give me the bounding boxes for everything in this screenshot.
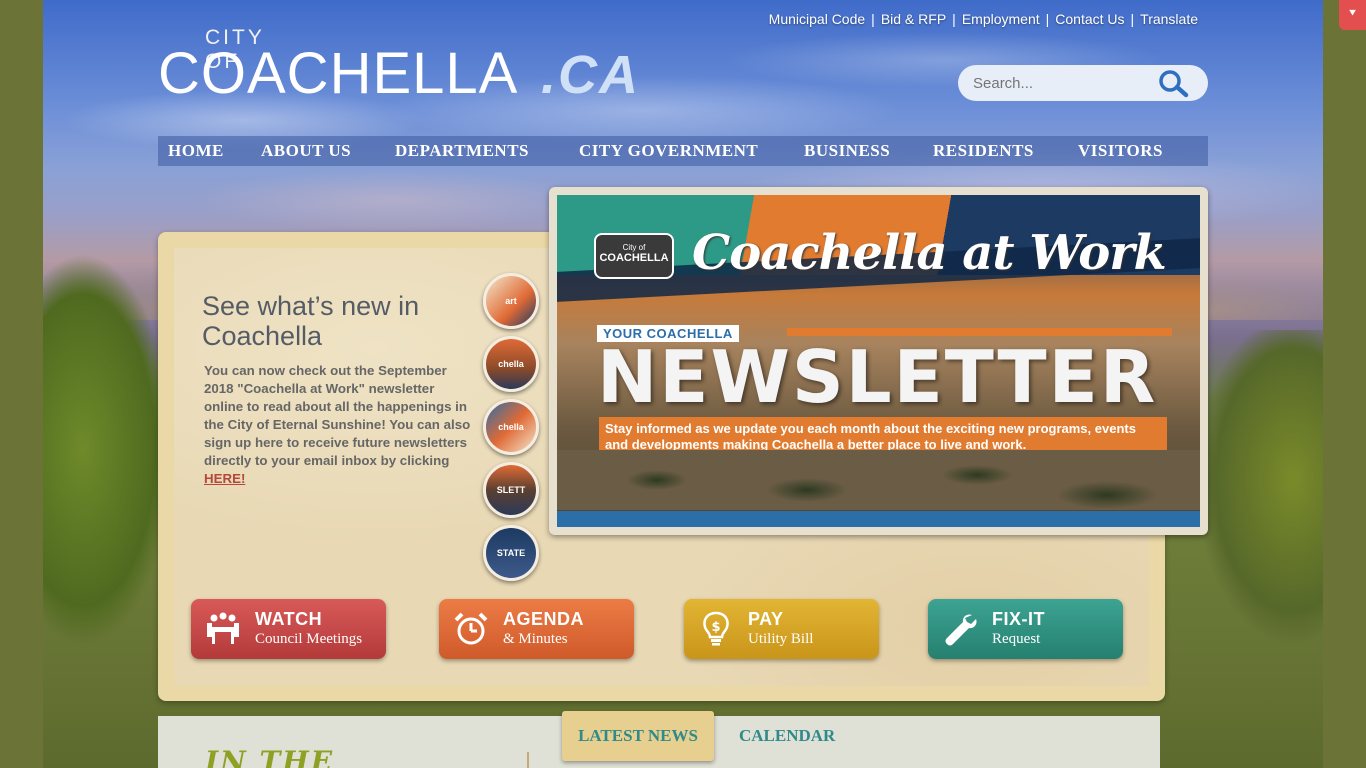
svg-text:$: $ [711, 620, 720, 635]
lightbulb-dollar-icon: $ [703, 611, 729, 646]
main-nav: HOME ABOUT US DEPARTMENTS CITY GOVERNMEN… [158, 136, 1208, 166]
nav-residents[interactable]: RESIDENTS [933, 141, 1034, 161]
link-municipal-code[interactable]: Municipal Code [769, 11, 866, 27]
agenda-minutes-button[interactable]: AGENDA & Minutes [439, 599, 634, 659]
slide-thumbnail-3[interactable]: chella [483, 399, 539, 455]
page-background: Municipal Code | Bid & RFP | Employment | C… [43, 0, 1323, 768]
city-aerial [557, 450, 1200, 510]
slide-thumbnail-1[interactable]: art [483, 273, 539, 329]
slide-thumbnail-5[interactable]: STATE CITY [483, 525, 539, 581]
logo-suffix: .CA [541, 45, 640, 105]
link-contact-us[interactable]: Contact Us [1055, 11, 1124, 27]
search-box [958, 65, 1208, 101]
nav-visitors[interactable]: VISITORS [1078, 141, 1163, 161]
logo-name: COACHELLA [158, 41, 519, 106]
nav-business[interactable]: BUSINESS [804, 141, 890, 161]
alarm-clock-icon [454, 612, 488, 645]
thumbnail-label: art [505, 296, 517, 306]
feature-body: You can now check out the September 2018… [204, 362, 472, 488]
search-icon[interactable] [1156, 68, 1190, 98]
badge-city-of: City of [622, 243, 646, 252]
fix-it-request-button[interactable]: FIX-IT Request [928, 599, 1123, 659]
slide-bottom-bar [557, 511, 1200, 527]
meeting-icon [207, 612, 239, 644]
collapse-toggle[interactable]: ⯆ [1339, 0, 1366, 30]
button-title: AGENDA [503, 609, 585, 629]
in-the-news-heading: IN THE [205, 745, 335, 768]
thumbnail-label: chella [498, 359, 524, 369]
watch-council-meetings-button[interactable]: WATCH Council Meetings [191, 599, 386, 659]
double-chevron-down-icon: ⯆ [1347, 6, 1358, 20]
wrench-icon [945, 614, 977, 646]
separator: | [1045, 11, 1050, 27]
thumbnail-label: STATE CITY [496, 548, 526, 558]
separator: | [952, 11, 956, 27]
tab-calendar[interactable]: CALENDAR [739, 726, 835, 746]
slide-your-coachella: YOUR COACHELLA [597, 325, 739, 342]
section-divider [527, 752, 529, 768]
utility-links: Municipal Code | Bid & RFP | Employment | C… [769, 11, 1198, 27]
button-title: PAY [748, 609, 784, 629]
search-input[interactable] [973, 74, 1153, 92]
slide-thumbnail-2[interactable]: chella [483, 336, 539, 392]
badge-name: COACHELLA [599, 252, 669, 264]
button-title: FIX-IT [992, 609, 1045, 629]
separator: | [871, 11, 875, 27]
link-bid-rfp[interactable]: Bid & RFP [881, 11, 946, 27]
feature-title: See what’s new in Coachella [202, 291, 420, 351]
pay-utility-bill-button[interactable]: $ PAY Utility Bill [684, 599, 879, 659]
nav-about-us[interactable]: ABOUT US [261, 141, 351, 161]
coachella-badge: City of COACHELLA [594, 233, 674, 279]
link-employment[interactable]: Employment [962, 11, 1040, 27]
separator: | [1130, 11, 1135, 27]
nav-departments[interactable]: DEPARTMENTS [395, 141, 529, 161]
button-subtitle: Request [992, 631, 1041, 647]
slide-thumbnail-4[interactable]: SLETT [483, 462, 539, 518]
slide-image: City of COACHELLA Coachella at Work NEWSL… [557, 195, 1200, 527]
slide-script-title: Coachella at Work [692, 225, 1167, 281]
feature-here-link[interactable]: HERE! [204, 471, 245, 486]
feature-body-text: You can now check out the September 2018… [204, 363, 471, 468]
newsletter-slide[interactable]: City of COACHELLA Coachella at Work NEWSL… [549, 187, 1208, 535]
nav-home[interactable]: HOME [168, 141, 224, 161]
thumbnail-label: SLETT [496, 485, 526, 495]
slide-headline: NEWSLETTER [597, 335, 1158, 419]
button-subtitle: Council Meetings [255, 631, 363, 647]
tab-latest-news[interactable]: LATEST NEWS [562, 711, 714, 761]
button-title: WATCH [255, 609, 323, 629]
nav-city-government[interactable]: CITY GOVERNMENT [579, 141, 758, 161]
button-subtitle: Utility Bill [748, 631, 814, 647]
link-translate[interactable]: Translate [1140, 11, 1198, 27]
button-subtitle: & Minutes [503, 631, 568, 647]
thumbnail-label: chella [498, 422, 524, 432]
